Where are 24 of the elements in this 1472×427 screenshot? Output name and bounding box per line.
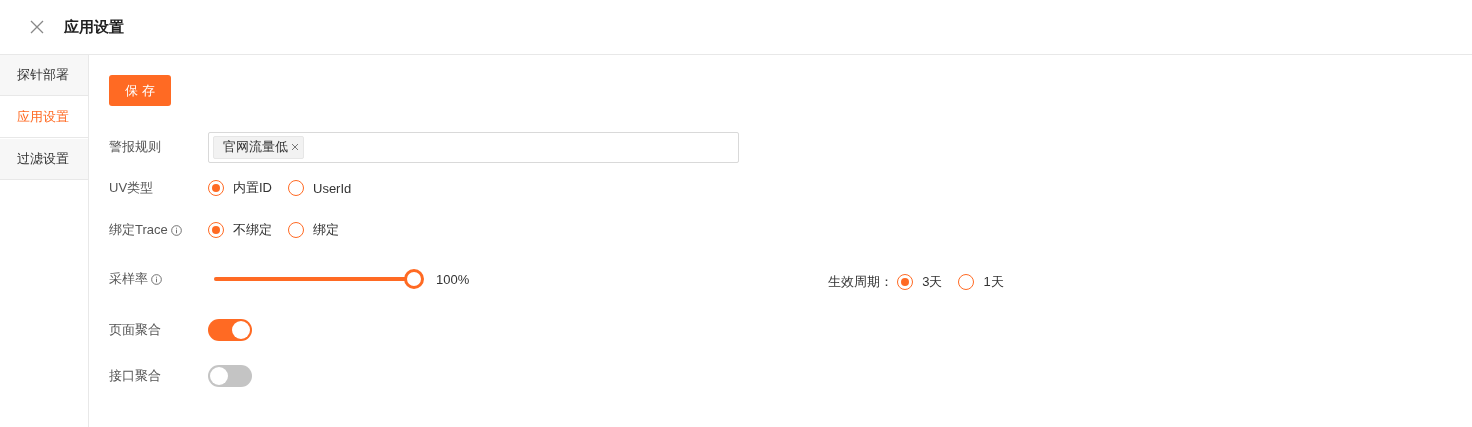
radio-option[interactable]: 3天 — [897, 273, 943, 291]
radio-option[interactable]: 绑定 — [288, 221, 339, 239]
field-label: 警报规则 — [109, 138, 161, 156]
close-button[interactable] — [29, 19, 45, 35]
field-label: 接口聚合 — [109, 367, 161, 385]
field-label: 采样率 — [109, 270, 148, 288]
toggle-switch[interactable] — [208, 365, 252, 387]
field-label: 生效周期： — [828, 273, 894, 291]
slider-value: 100% — [436, 271, 470, 287]
toggle-switch[interactable] — [208, 319, 252, 341]
page-title: 应用设置 — [64, 17, 124, 37]
field-label: 页面聚合 — [109, 321, 161, 339]
tag-select-field[interactable]: 官网流量低 — [208, 131, 739, 163]
tag: 官网流量低 — [213, 135, 304, 159]
radio-option[interactable]: 内置ID — [208, 179, 272, 197]
radio-option[interactable]: UserId — [288, 180, 352, 196]
sidebar-tab[interactable]: 过滤设置 — [0, 139, 88, 180]
radio-option[interactable]: 不绑定 — [208, 221, 272, 239]
sidebar-tab[interactable]: 探针部署 — [0, 55, 88, 96]
field-label: UV类型 — [109, 179, 154, 197]
slider-thumb[interactable] — [404, 269, 424, 289]
field-label: 绑定Trace — [109, 221, 168, 239]
radio-option[interactable]: 1天 — [958, 273, 1004, 291]
close-icon[interactable] — [291, 143, 299, 151]
